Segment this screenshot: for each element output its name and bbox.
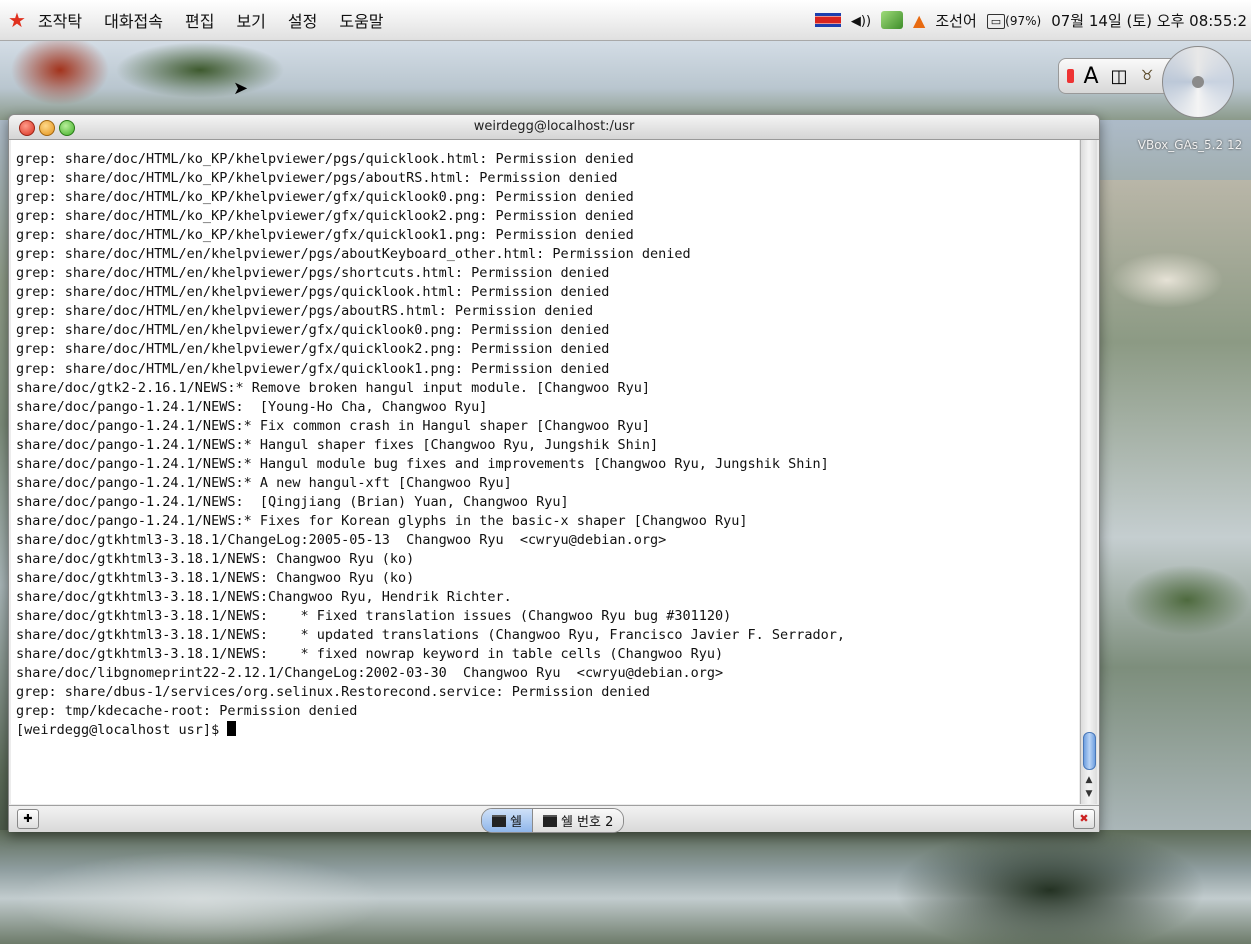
clock[interactable]: 07월 14일 (토) 오후 08:55:2 bbox=[1051, 10, 1247, 31]
battery-icon: ▭ bbox=[986, 14, 1006, 29]
tab-label: 쉘 번호 2 bbox=[560, 815, 614, 830]
terminal-line: share/doc/gtk2-2.16.1/NEWS:* Remove brok… bbox=[16, 379, 650, 396]
font-icon[interactable]: A bbox=[1080, 64, 1102, 89]
scroll-down-arrow-icon[interactable]: ▼ bbox=[1083, 788, 1095, 800]
vertical-scrollbar[interactable]: ▲ ▼ bbox=[1080, 140, 1097, 804]
terminal-line: grep: share/doc/HTML/en/khelpviewer/pgs/… bbox=[16, 246, 691, 263]
terminal-line: grep: share/doc/HTML/ko_KP/khelpviewer/g… bbox=[16, 208, 634, 225]
terminal-line: share/doc/pango-1.24.1/NEWS:* Hangul sha… bbox=[16, 436, 659, 453]
scroll-up-arrow-icon[interactable]: ▲ bbox=[1083, 774, 1095, 786]
menu-edit[interactable]: 편집 bbox=[185, 8, 214, 32]
tab-shell-1[interactable]: 쉘 bbox=[482, 809, 532, 832]
shell-prompt: [weirdegg@localhost usr]$ bbox=[16, 722, 228, 739]
terminal-line: share/doc/pango-1.24.1/NEWS:* Hangul mod… bbox=[16, 455, 829, 472]
menu-settings[interactable]: 설정 bbox=[288, 8, 317, 32]
terminal-line: share/doc/pango-1.24.1/NEWS: [Qingjiang … bbox=[16, 493, 569, 510]
terminal-line: grep: tmp/kdecache-root: Permission deni… bbox=[16, 703, 358, 720]
tab-bar: ✚ 쉘 쉘 번호 2 ✖ bbox=[9, 805, 1099, 833]
scrollbar-thumb[interactable] bbox=[1083, 732, 1096, 770]
terminal-line: grep: share/doc/HTML/en/khelpviewer/pgs/… bbox=[16, 303, 594, 320]
terminal-line: share/doc/gtkhtml3-3.18.1/NEWS: * update… bbox=[16, 627, 846, 644]
cup-icon[interactable]: ♉ bbox=[1136, 65, 1158, 87]
terminal-line: grep: share/doc/HTML/ko_KP/khelpviewer/p… bbox=[16, 170, 618, 187]
terminal-line: share/doc/pango-1.24.1/NEWS:* A new hang… bbox=[16, 474, 512, 491]
tab-label: 쉘 bbox=[510, 815, 522, 830]
wallpaper-right bbox=[1097, 180, 1251, 830]
input-method-icon[interactable]: ▲ bbox=[913, 11, 925, 30]
cd-drive-icon[interactable] bbox=[1162, 46, 1234, 118]
text-cursor bbox=[227, 721, 237, 737]
network-icon[interactable] bbox=[881, 11, 904, 29]
terminal-line: share/doc/pango-1.24.1/NEWS:* Fixes for … bbox=[16, 512, 748, 529]
status-area: ▲ 조선어 ▭(97%) 07월 14일 (토) 오후 08:55:2 bbox=[814, 0, 1251, 40]
menu-help[interactable]: 도움말 bbox=[339, 8, 383, 32]
terminal-line: grep: share/doc/HTML/en/khelpviewer/gfx/… bbox=[16, 341, 610, 358]
terminal-line: grep: share/doc/HTML/en/khelpviewer/pgs/… bbox=[16, 284, 610, 301]
terminal-line: share/doc/gtkhtml3-3.18.1/NEWS: Changwoo… bbox=[16, 570, 415, 587]
terminal-window: weirdegg@localhost:/usr grep: share/doc/… bbox=[8, 114, 1100, 833]
terminal-line: grep: share/doc/HTML/en/khelpviewer/gfx/… bbox=[16, 360, 610, 377]
mouse-pointer-icon: ➤ bbox=[233, 78, 249, 99]
session-tabs: 쉘 쉘 번호 2 bbox=[481, 808, 625, 833]
top-menubar: ★ 조작탁 대화접속 편집 보기 설정 도움말 ▲ 조선어 ▭(97%) 07월… bbox=[0, 0, 1251, 41]
flag-icon[interactable] bbox=[814, 13, 841, 27]
close-tab-button[interactable]: ✖ bbox=[1073, 809, 1095, 829]
book-icon[interactable]: ◫ bbox=[1108, 65, 1130, 87]
terminal-line: grep: share/doc/HTML/ko_KP/khelpviewer/g… bbox=[16, 227, 634, 244]
terminal-line: grep: share/doc/HTML/ko_KP/khelpviewer/p… bbox=[16, 151, 634, 167]
red-marker-icon bbox=[1067, 69, 1074, 83]
menu-session[interactable]: 대화접속 bbox=[104, 8, 163, 32]
volume-icon[interactable] bbox=[851, 11, 871, 29]
input-method-label[interactable]: 조선어 bbox=[935, 10, 976, 31]
menu-view[interactable]: 보기 bbox=[236, 8, 265, 32]
terminal-line: share/doc/gtkhtml3-3.18.1/NEWS: Changwoo… bbox=[16, 550, 415, 567]
terminal-line: grep: share/doc/HTML/en/khelpviewer/gfx/… bbox=[16, 322, 610, 339]
new-tab-button[interactable]: ✚ bbox=[17, 809, 39, 829]
cd-drive-label[interactable]: VBox_GAs_5.2 12 bbox=[1130, 138, 1250, 153]
battery-indicator[interactable]: ▭ (97%) bbox=[986, 11, 1042, 29]
battery-percent: (97%) bbox=[1005, 14, 1042, 28]
terminal-line: share/doc/pango-1.24.1/NEWS:* Fix common… bbox=[16, 417, 650, 434]
menu-control[interactable]: 조작탁 bbox=[38, 8, 82, 32]
terminal-output[interactable]: grep: share/doc/HTML/ko_KP/khelpviewer/p… bbox=[11, 140, 1079, 804]
window-titlebar[interactable]: weirdegg@localhost:/usr bbox=[9, 115, 1099, 140]
terminal-line: share/doc/gtkhtml3-3.18.1/NEWS: * fixed … bbox=[16, 646, 724, 663]
terminal-icon bbox=[492, 814, 506, 827]
terminal-line: share/doc/pango-1.24.1/NEWS: [Young-Ho C… bbox=[16, 398, 488, 415]
tab-shell-2[interactable]: 쉘 번호 2 bbox=[531, 809, 624, 832]
terminal-line: share/doc/gtkhtml3-3.18.1/NEWS:Changwoo … bbox=[16, 589, 512, 606]
terminal-line: grep: share/doc/HTML/ko_KP/khelpviewer/g… bbox=[16, 189, 634, 206]
terminal-prompt-line[interactable]: [weirdegg@localhost usr]$ bbox=[16, 721, 1079, 740]
terminal-line: share/doc/libgnomeprint22-2.12.1/ChangeL… bbox=[16, 665, 724, 682]
wallpaper-bottom bbox=[0, 830, 1251, 944]
terminal-line: share/doc/gtkhtml3-3.18.1/NEWS: * Fixed … bbox=[16, 608, 732, 625]
terminal-line: grep: share/dbus-1/services/org.selinux.… bbox=[16, 684, 650, 701]
terminal-line: share/doc/gtkhtml3-3.18.1/ChangeLog:2005… bbox=[16, 531, 667, 548]
terminal-line: grep: share/doc/HTML/en/khelpviewer/pgs/… bbox=[16, 265, 610, 282]
terminal-icon bbox=[542, 814, 557, 827]
star-menu-icon[interactable]: ★ bbox=[8, 8, 26, 32]
window-title: weirdegg@localhost:/usr bbox=[473, 119, 635, 134]
